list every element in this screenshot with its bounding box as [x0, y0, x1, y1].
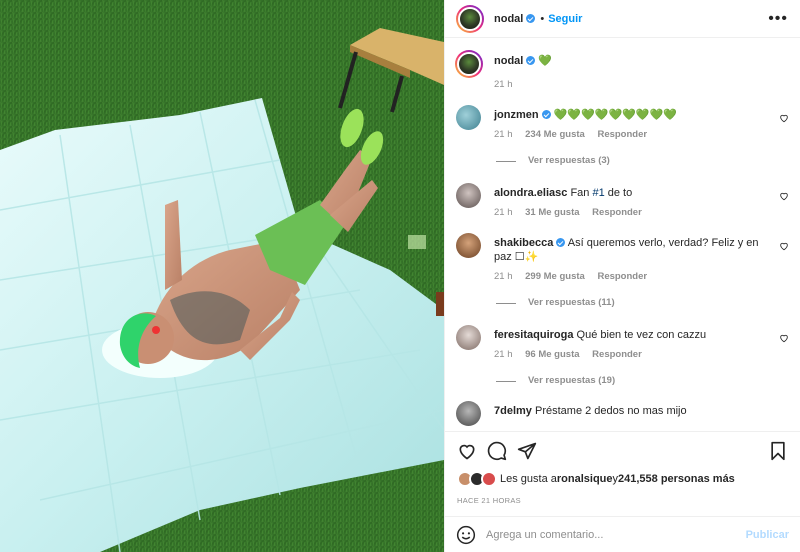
like-button[interactable]	[456, 440, 478, 462]
comment-text: Préstame 2 dedos no mas mijo	[534, 405, 687, 417]
comments-list[interactable]: nodal 💚 21 h jonzmen 💚💚💚💚💚💚💚💚💚 21 h 234 …	[445, 40, 800, 430]
caption-avatar[interactable]	[455, 50, 483, 78]
smiley-icon[interactable]	[456, 525, 476, 545]
commenter-avatar[interactable]	[456, 401, 481, 426]
separator-dot: •	[540, 12, 545, 25]
heart-icon[interactable]	[779, 333, 789, 343]
comment-time: 21 h	[494, 349, 513, 360]
likes-summary: Les gusta a ronalsique y 241,558 persona…	[445, 470, 800, 488]
photo-illustration	[0, 0, 444, 552]
reply-button[interactable]: Responder	[592, 207, 642, 218]
reply-button[interactable]: Responder	[597, 271, 647, 282]
liker-avatars	[457, 471, 497, 487]
likes-count[interactable]: 241,558 personas más	[618, 473, 735, 485]
verified-badge-icon	[526, 56, 536, 65]
share-button[interactable]	[516, 440, 538, 462]
post-side-panel: nodal • Seguir ••• nodal 💚 21 h jonzmen …	[444, 0, 800, 552]
author-username[interactable]: nodal	[494, 13, 523, 25]
comment-item: alondra.eliasc Fan #1 de to 21 h 31 Me g…	[456, 183, 789, 220]
comment-item: shakibecca Así queremos verlo, verdad? F…	[456, 233, 789, 310]
action-bar	[445, 432, 800, 470]
publish-button[interactable]: Publicar	[746, 529, 789, 541]
reply-button[interactable]: Responder	[592, 349, 642, 360]
comment-likes[interactable]: 96 Me gusta	[525, 349, 579, 360]
reply-button[interactable]: Responder	[597, 129, 647, 140]
heart-icon[interactable]	[779, 191, 789, 201]
comment-time: 21 h	[494, 129, 513, 140]
comment-item: jonzmen 💚💚💚💚💚💚💚💚💚 21 h 234 Me gusta Resp…	[456, 105, 789, 168]
comment-username[interactable]: shakibecca	[494, 237, 553, 249]
heart-icon[interactable]	[779, 113, 789, 123]
comment-item: feresitaquiroga Qué bien te vez con cazz…	[456, 325, 789, 388]
comment-item: 7delmy Préstame 2 dedos no mas mijo	[456, 401, 789, 426]
save-button[interactable]	[767, 440, 789, 462]
caption-text: 💚	[538, 55, 553, 67]
view-replies-button[interactable]: Ver respuestas (19)	[494, 374, 767, 388]
verified-badge-icon	[556, 238, 566, 247]
view-replies-label: Ver respuestas (11)	[528, 297, 615, 308]
comment-input[interactable]: Agrega un comentario...	[486, 529, 746, 541]
bookmark-icon	[771, 441, 785, 461]
comment-icon	[487, 441, 507, 461]
commenter-avatar[interactable]	[456, 183, 481, 208]
commenter-avatar[interactable]	[456, 325, 481, 350]
paper-plane-icon	[517, 442, 537, 460]
verified-badge-icon	[541, 110, 551, 119]
more-options-icon[interactable]: •••	[768, 10, 788, 27]
comment-text: Fan	[570, 187, 593, 199]
caption-username[interactable]: nodal	[494, 55, 523, 67]
caption-time: 21 h	[494, 79, 513, 90]
comment-time: 21 h	[494, 271, 513, 282]
author-avatar[interactable]	[456, 4, 484, 33]
posted-ago: HACE 21 HORAS	[457, 496, 521, 505]
comment-text: Qué bien te vez con cazzu	[576, 329, 707, 341]
view-replies-button[interactable]: Ver respuestas (3)	[494, 154, 767, 168]
post-photo[interactable]	[0, 0, 444, 552]
liker-username[interactable]: ronalsique	[557, 473, 613, 485]
caption: nodal 💚 21 h	[455, 50, 789, 92]
comment-username[interactable]: feresitaquiroga	[494, 329, 573, 341]
heart-icon	[459, 444, 475, 460]
view-replies-label: Ver respuestas (3)	[528, 155, 610, 166]
view-replies-label: Ver respuestas (19)	[528, 375, 616, 386]
view-replies-button[interactable]: Ver respuestas (11)	[494, 296, 767, 310]
commenter-avatar[interactable]	[456, 105, 481, 130]
commenter-avatar[interactable]	[456, 233, 481, 258]
follow-button[interactable]: Seguir	[548, 13, 582, 25]
hashtag-link[interactable]: #1	[592, 187, 604, 199]
comment-text: 💚💚💚💚💚💚💚💚💚	[553, 109, 677, 121]
post-footer: Les gusta a ronalsique y 241,558 persona…	[445, 431, 800, 545]
likes-prefix: Les gusta a	[500, 473, 557, 485]
verified-badge-icon	[526, 14, 536, 23]
heart-icon[interactable]	[779, 241, 789, 251]
comment-time: 21 h	[494, 207, 513, 218]
comment-username[interactable]: jonzmen	[494, 109, 539, 121]
add-comment-bar: Agrega un comentario... Publicar	[445, 516, 800, 552]
comment-text-rest: de to	[604, 187, 633, 199]
comment-username[interactable]: alondra.eliasc	[494, 187, 567, 199]
post-header: nodal • Seguir •••	[445, 0, 800, 38]
comment-likes[interactable]: 234 Me gusta	[525, 129, 585, 140]
comment-username[interactable]: 7delmy	[494, 405, 532, 417]
comment-button[interactable]	[486, 440, 508, 462]
comment-likes[interactable]: 299 Me gusta	[525, 271, 585, 282]
comment-likes[interactable]: 31 Me gusta	[525, 207, 579, 218]
